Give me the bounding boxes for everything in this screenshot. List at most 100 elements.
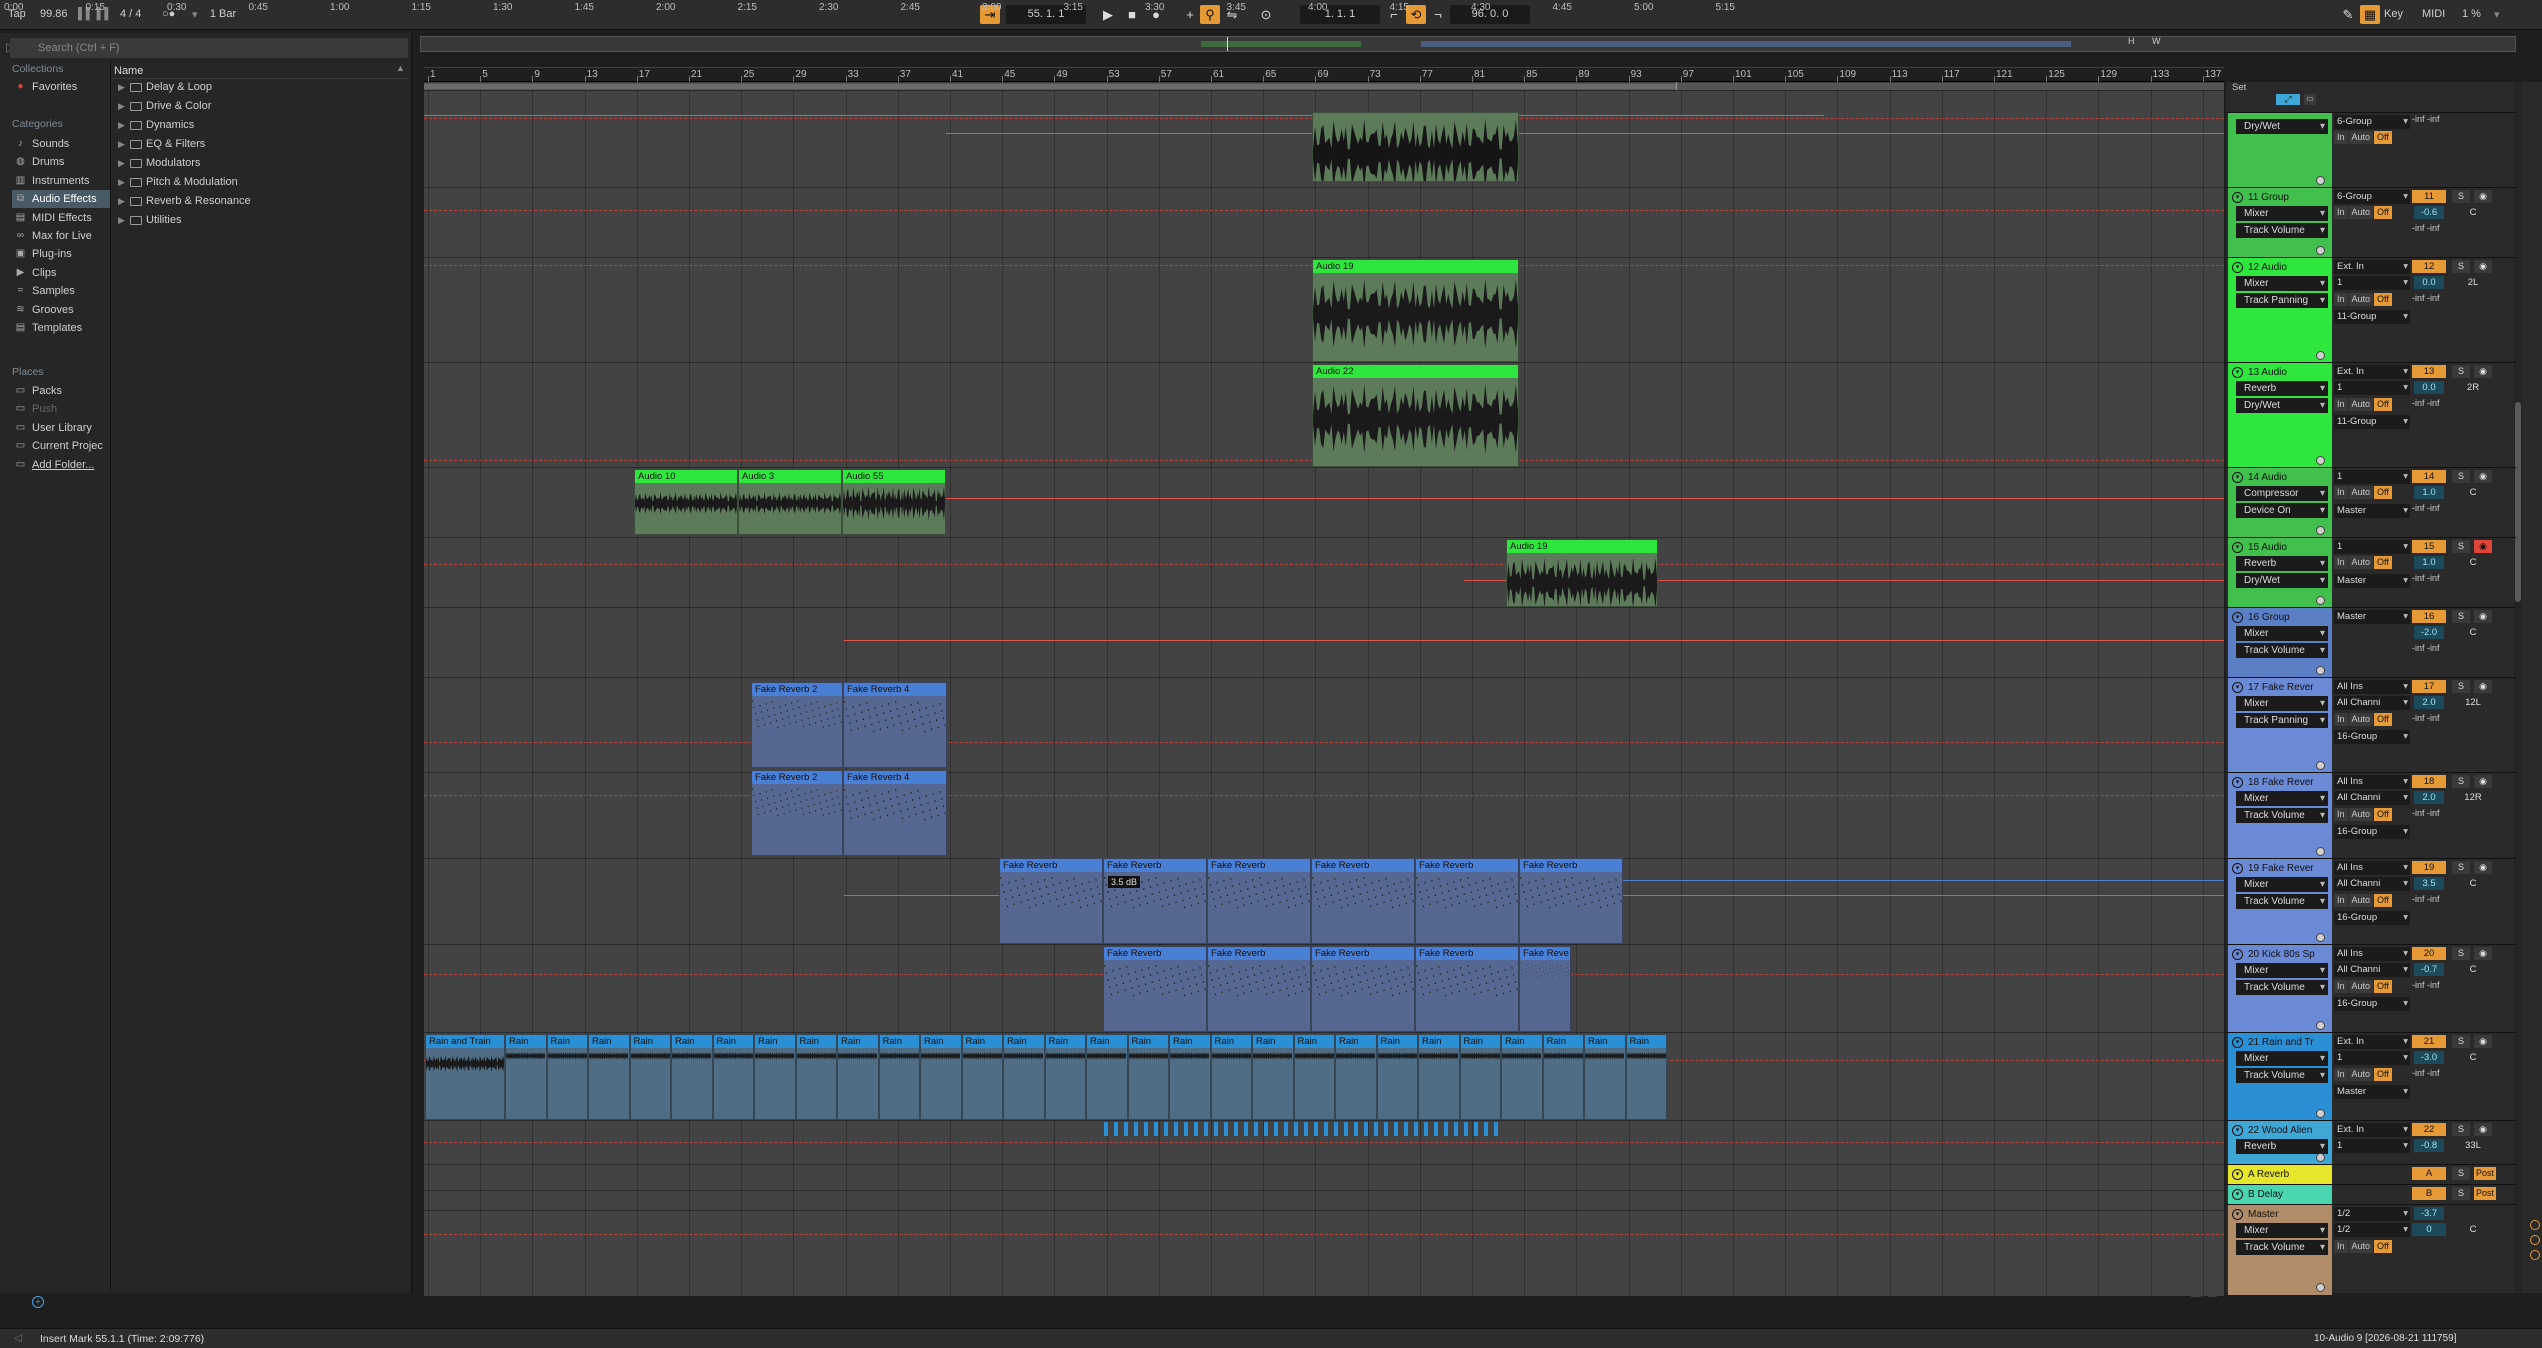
input-type-chooser[interactable]: 1 (2334, 470, 2410, 484)
fold-icon[interactable]: ▾ (2232, 367, 2243, 378)
sidebar-item-current-projec[interactable]: ▭ Current Projec (12, 437, 110, 455)
pan-field[interactable]: C (2454, 206, 2492, 219)
pan-field[interactable]: C (2454, 626, 2492, 639)
monitor-off[interactable]: Off (2374, 894, 2392, 907)
pan-field[interactable]: 2L (2454, 276, 2492, 289)
audio-clip[interactable]: Rain (1169, 1034, 1211, 1120)
audio-clip[interactable]: Audio 19 (1312, 259, 1519, 362)
arm-button[interactable]: ◉ (2474, 610, 2492, 623)
lane-toggle-icon[interactable] (2316, 1283, 2325, 1292)
solo-button[interactable]: S (2452, 947, 2470, 960)
expand-icon[interactable]: ▶ (118, 135, 125, 153)
hit-clip[interactable] (1114, 1122, 1118, 1136)
hit-clip[interactable] (1424, 1122, 1428, 1136)
audio-clip[interactable]: Rain (1501, 1034, 1543, 1120)
tempo-field[interactable]: 99.86 (40, 8, 68, 20)
sidebar-item-user-library[interactable]: ▭ User Library (12, 419, 110, 437)
monitor-switch[interactable]: In Auto Off (2334, 556, 2393, 569)
input-channel-chooser[interactable]: 1 (2334, 276, 2410, 290)
midi-clip[interactable]: Fake Reverb (1207, 946, 1311, 1032)
hit-clip[interactable] (1214, 1122, 1218, 1136)
volume-field[interactable]: -3.7 (2414, 1207, 2444, 1220)
monitor-switch[interactable]: In Auto Off (2334, 1068, 2393, 1081)
folder-item[interactable]: ▶ Pitch & Modulation (118, 173, 238, 191)
monitor-in[interactable]: In (2334, 293, 2348, 306)
volume-field[interactable]: 0.0 (2414, 381, 2444, 394)
capture-icon[interactable]: ⊙ (1256, 5, 1276, 24)
chevron-down-icon[interactable]: ▾ (2494, 8, 2500, 21)
solo-button[interactable]: S (2452, 775, 2470, 788)
hit-clip[interactable] (1374, 1122, 1378, 1136)
parameter-chooser[interactable]: Dry/Wet (2236, 573, 2328, 588)
pan-field[interactable]: C (2454, 556, 2492, 569)
track-activator[interactable]: 22 (2412, 1123, 2446, 1136)
lane-toggle-icon[interactable] (2316, 596, 2325, 605)
loop-icon[interactable]: ⟲ (1406, 5, 1426, 24)
track-lane[interactable] (424, 677, 2224, 772)
sidebar-item-audio-effects[interactable]: ⧉ Audio Effects (12, 190, 110, 209)
input-channel-chooser[interactable]: All Channi (2334, 877, 2410, 891)
pan-field[interactable]: 12R (2454, 791, 2492, 804)
lane-toggle-icon[interactable] (2316, 526, 2325, 535)
input-type-chooser[interactable]: 6-Group (2334, 190, 2410, 204)
device-chooser[interactable]: Reverb (2236, 381, 2328, 396)
device-chooser[interactable]: Mixer (2236, 1051, 2328, 1066)
track-activator[interactable]: 19 (2412, 861, 2446, 874)
name-column-header[interactable]: Name (112, 63, 408, 79)
input-channel-chooser[interactable]: All Channi (2334, 696, 2410, 710)
fold-icon[interactable]: ▾ (2232, 612, 2243, 623)
input-channel-chooser[interactable]: All Channi (2334, 791, 2410, 805)
volume-field[interactable]: 3.5 (2414, 877, 2444, 890)
monitor-auto[interactable]: Auto (2348, 206, 2374, 219)
track-lane[interactable] (424, 537, 2224, 607)
post-button[interactable]: Post (2474, 1167, 2496, 1180)
track-name[interactable]: ▾ 12 Audio (2228, 260, 2328, 275)
input-channel-chooser[interactable]: All Channi (2334, 963, 2410, 977)
parameter-chooser[interactable]: Track Volume (2236, 894, 2328, 909)
audio-clip[interactable] (1312, 112, 1519, 182)
hit-clip[interactable] (1304, 1122, 1308, 1136)
input-channel-chooser[interactable]: 1 (2334, 381, 2410, 395)
fold-icon[interactable]: ▾ (2232, 949, 2243, 960)
midi-clip[interactable]: Fake Reverb (1415, 858, 1519, 944)
midi-clip[interactable]: Fake Reverb 4 (843, 770, 947, 856)
track-name[interactable]: ▾ 16 Group (2228, 610, 2328, 625)
lane-toggle-icon[interactable] (2316, 1153, 2325, 1162)
hit-clip[interactable] (1254, 1122, 1258, 1136)
solo-button[interactable]: S (2452, 470, 2470, 483)
monitor-off[interactable]: Off (2374, 293, 2392, 306)
monitor-in[interactable]: In (2334, 808, 2348, 821)
track-activator[interactable]: 15 (2412, 540, 2446, 553)
cue-volume[interactable]: 0 (2412, 1223, 2446, 1236)
track-name[interactable]: ▾ 21 Rain and Tr (2228, 1035, 2328, 1050)
solo-button[interactable]: S (2452, 861, 2470, 874)
hit-clip[interactable] (1464, 1122, 1468, 1136)
fold-icon[interactable]: ▾ (2232, 777, 2243, 788)
pan-field[interactable]: 33L (2454, 1139, 2492, 1152)
track-lane[interactable] (424, 1164, 2224, 1190)
hit-clip[interactable] (1284, 1122, 1288, 1136)
hit-clip[interactable] (1344, 1122, 1348, 1136)
key-map-button[interactable]: Key (2384, 8, 2403, 20)
volume-field[interactable]: 2.0 (2414, 791, 2444, 804)
input-type-chooser[interactable]: All Ins (2334, 947, 2410, 961)
sidebar-item-sounds[interactable]: ♪ Sounds (12, 135, 110, 153)
monitor-off[interactable]: Off (2374, 486, 2392, 499)
pan-field[interactable]: C (2454, 1051, 2492, 1064)
track-lane[interactable] (424, 1210, 2224, 1296)
hit-clip[interactable] (1394, 1122, 1398, 1136)
midi-clip[interactable]: Fake Reverb (1103, 858, 1207, 944)
audio-clip[interactable]: Audio 22 (1312, 364, 1519, 467)
play-icon[interactable]: ▶ (1098, 5, 1118, 24)
track-lane[interactable] (424, 1190, 2224, 1210)
arm-button[interactable]: ◉ (2474, 260, 2492, 273)
lane-toggle-icon[interactable] (2316, 847, 2325, 856)
track-activator[interactable]: 18 (2412, 775, 2446, 788)
input-channel-chooser[interactable]: 1 (2334, 1139, 2410, 1153)
track-name[interactable]: ▾ 13 Audio (2228, 365, 2328, 380)
volume-field[interactable]: -0.8 (2414, 1139, 2444, 1152)
track-activator[interactable]: 12 (2412, 260, 2446, 273)
volume-field[interactable]: -2.0 (2414, 626, 2444, 639)
track-activator[interactable]: B (2412, 1187, 2446, 1200)
track-activator[interactable]: A (2412, 1167, 2446, 1180)
